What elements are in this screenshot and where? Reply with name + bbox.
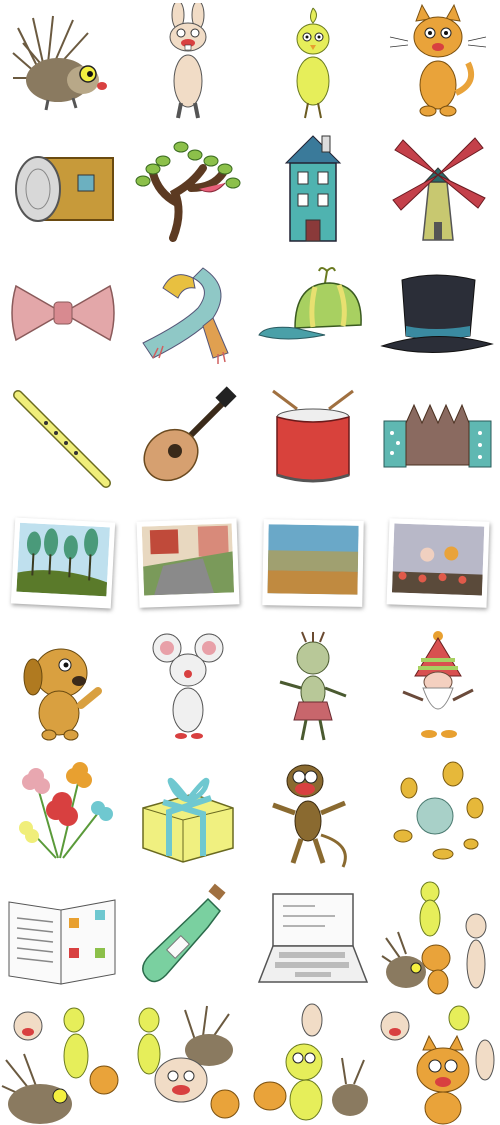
windmill-icon bbox=[391, 137, 486, 241]
gnome-icon bbox=[401, 631, 474, 738]
laptop-icon bbox=[257, 892, 369, 983]
cell bbox=[0, 1000, 125, 1125]
row-objects bbox=[0, 875, 500, 1000]
cell bbox=[125, 250, 250, 375]
cell bbox=[250, 125, 375, 250]
cell bbox=[250, 1000, 375, 1125]
stage-photo-icon bbox=[386, 517, 489, 608]
cell bbox=[250, 0, 375, 125]
cell bbox=[125, 0, 250, 125]
row-clothing bbox=[0, 250, 500, 375]
animal-group-icon bbox=[1, 1007, 119, 1124]
cell bbox=[125, 375, 250, 500]
cat-icon bbox=[389, 3, 486, 116]
rabbit-icon bbox=[169, 2, 206, 118]
animal-group-icon bbox=[253, 1003, 368, 1121]
cell bbox=[375, 625, 500, 750]
cell bbox=[375, 750, 500, 875]
cell bbox=[375, 875, 500, 1000]
cell bbox=[375, 250, 500, 375]
monkey-icon bbox=[271, 764, 347, 868]
cap-icon bbox=[258, 266, 362, 339]
forest-scene bbox=[15, 522, 110, 596]
cell bbox=[125, 500, 250, 625]
cell bbox=[0, 750, 125, 875]
row-photos bbox=[0, 500, 500, 625]
house-icon bbox=[284, 134, 341, 242]
accordion-icon bbox=[383, 403, 492, 467]
cell bbox=[125, 1000, 250, 1125]
hedgehog-icon bbox=[11, 15, 107, 110]
row-items bbox=[0, 750, 500, 875]
field-scene bbox=[266, 523, 359, 595]
row-animals bbox=[0, 0, 500, 125]
cell bbox=[0, 625, 125, 750]
recorder-flute-icon bbox=[12, 389, 111, 488]
forest-photo-icon bbox=[10, 516, 115, 609]
cell bbox=[375, 375, 500, 500]
cell bbox=[0, 375, 125, 500]
cell bbox=[0, 875, 125, 1000]
street-photo-icon bbox=[136, 517, 239, 608]
guitar-icon bbox=[142, 385, 237, 481]
cell bbox=[250, 750, 375, 875]
cell bbox=[125, 625, 250, 750]
cell bbox=[0, 250, 125, 375]
bow-tie-icon bbox=[10, 284, 115, 341]
tree-icon bbox=[135, 141, 240, 242]
animal-group-icon bbox=[137, 1005, 240, 1119]
flowers-icon bbox=[18, 761, 113, 859]
cell bbox=[375, 0, 500, 125]
cell bbox=[375, 1000, 500, 1125]
row-instruments bbox=[0, 375, 500, 500]
cell bbox=[250, 625, 375, 750]
scarf-icon bbox=[141, 266, 229, 364]
cell bbox=[375, 500, 500, 625]
cell bbox=[0, 125, 125, 250]
row-characters bbox=[0, 625, 500, 750]
cell bbox=[125, 750, 250, 875]
chick-icon bbox=[296, 7, 329, 118]
book-icon bbox=[8, 898, 116, 985]
bottle-message-icon bbox=[141, 883, 226, 982]
cell bbox=[250, 500, 375, 625]
cell bbox=[375, 125, 500, 250]
gift-box-icon bbox=[141, 777, 234, 863]
coins-icon bbox=[393, 761, 483, 859]
animal-group-icon bbox=[380, 1005, 495, 1125]
field-photo-icon bbox=[261, 518, 364, 607]
cell bbox=[125, 125, 250, 250]
dog-icon bbox=[23, 648, 102, 740]
animal-group-icon bbox=[381, 881, 487, 994]
log-icon bbox=[14, 155, 114, 222]
cell bbox=[0, 0, 125, 125]
top-hat-icon bbox=[380, 274, 494, 353]
drum-icon bbox=[271, 389, 354, 482]
row-places bbox=[0, 125, 500, 250]
sprite-sheet bbox=[0, 0, 500, 1125]
troll-girl-icon bbox=[279, 631, 347, 741]
cell bbox=[125, 875, 250, 1000]
cell bbox=[250, 875, 375, 1000]
stage-scene bbox=[391, 522, 484, 596]
cell bbox=[0, 500, 125, 625]
mouse-icon bbox=[152, 633, 223, 739]
cell bbox=[250, 250, 375, 375]
street-scene bbox=[141, 522, 234, 596]
cell bbox=[250, 375, 375, 500]
row-groups bbox=[0, 1000, 500, 1125]
